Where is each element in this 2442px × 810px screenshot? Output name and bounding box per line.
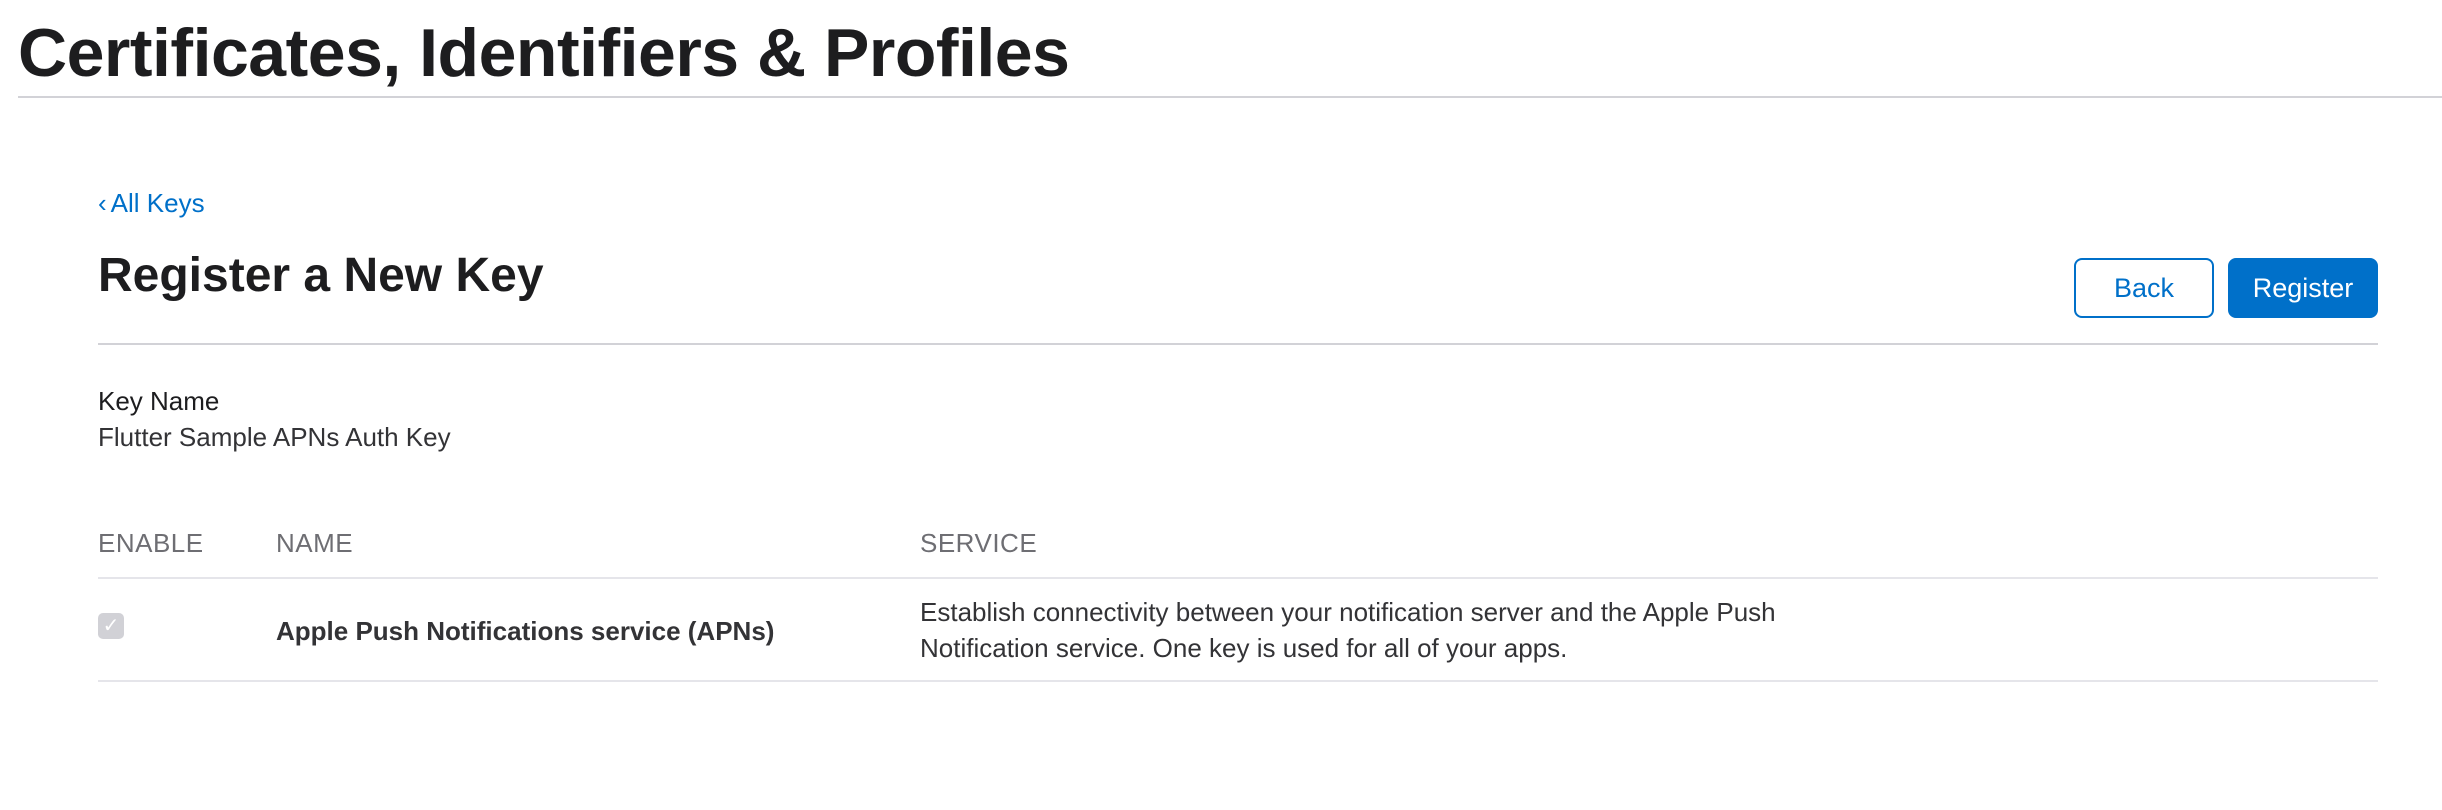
checkmark-icon: ✓ bbox=[102, 615, 120, 637]
key-name-label: Key Name bbox=[98, 386, 220, 416]
column-header-enable: ENABLE bbox=[98, 528, 204, 558]
back-button[interactable]: Back bbox=[2074, 258, 2214, 318]
chevron-left-icon: ‹ bbox=[98, 188, 107, 218]
all-keys-link-label: All Keys bbox=[110, 188, 205, 218]
column-header-service: SERVICE bbox=[920, 528, 1038, 558]
table-row-divider bbox=[98, 577, 2378, 579]
register-button[interactable]: Register bbox=[2228, 258, 2378, 318]
all-keys-link[interactable]: ‹ All Keys bbox=[98, 188, 205, 219]
key-name-value: Flutter Sample APNs Auth Key bbox=[98, 422, 451, 452]
section-divider bbox=[98, 343, 2378, 345]
service-name: Apple Push Notifications service (APNs) bbox=[276, 616, 775, 646]
service-description: Establish connectivity between your noti… bbox=[920, 597, 1776, 663]
column-header-name: NAME bbox=[276, 528, 354, 558]
section-title: Register a New Key bbox=[98, 249, 544, 302]
page-header: Certificates, Identifiers & Profiles bbox=[18, 0, 2442, 98]
table-row-divider bbox=[98, 680, 2378, 682]
page-title: Certificates, Identifiers & Profiles bbox=[18, 15, 1070, 91]
enable-apns-checkbox[interactable]: ✓ bbox=[98, 613, 124, 639]
